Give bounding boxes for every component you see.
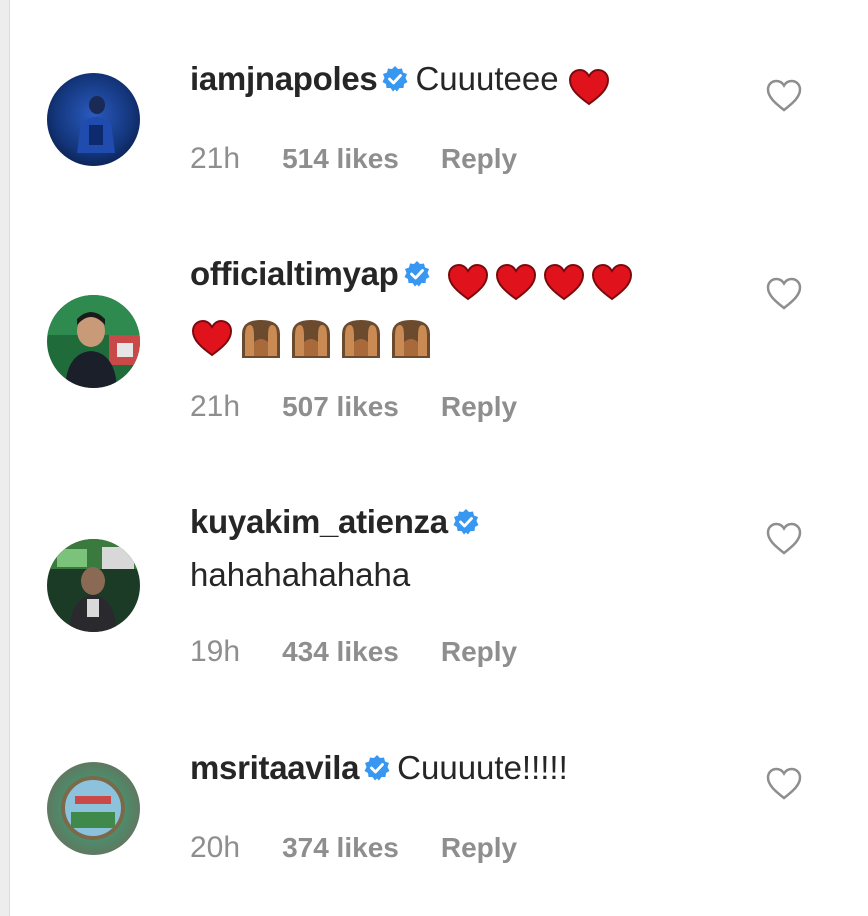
reply-button[interactable]: Reply xyxy=(441,636,517,668)
verified-badge-icon xyxy=(452,500,480,550)
comment-likes[interactable]: 514 likes xyxy=(282,143,399,175)
comment-text: hahahahahaha xyxy=(190,556,411,593)
panel-divider xyxy=(0,0,10,916)
comment-text: Cuuuute!!!!! xyxy=(397,749,568,786)
comment-username[interactable]: kuyakim_atienza xyxy=(190,503,448,540)
emoji-heart-and-raised-hands-icon xyxy=(190,311,438,361)
avatar[interactable] xyxy=(47,295,140,388)
like-heart-icon[interactable] xyxy=(766,767,802,801)
like-heart-icon[interactable] xyxy=(766,522,802,556)
verified-badge-icon xyxy=(403,252,431,302)
like-heart-icon[interactable] xyxy=(766,277,802,311)
reply-button[interactable]: Reply xyxy=(441,143,517,175)
comment-likes[interactable]: 507 likes xyxy=(282,391,399,423)
comments-panel: iamjnapoles Cuuuteee 21h 514 likes Reply xyxy=(0,0,868,916)
avatar[interactable] xyxy=(47,539,140,632)
emoji-heart-icon xyxy=(568,60,614,110)
comment-likes[interactable]: 374 likes xyxy=(282,832,399,864)
verified-badge-icon xyxy=(381,57,409,107)
verified-badge-icon xyxy=(363,746,391,796)
comment-text: Cuuuteee xyxy=(415,60,559,97)
comment-time[interactable]: 21h xyxy=(190,142,240,176)
comment-username[interactable]: msritaavila xyxy=(190,749,359,786)
emoji-hearts-icon xyxy=(446,255,638,305)
comment-username[interactable]: officialtimyap xyxy=(190,255,399,292)
reply-button[interactable]: Reply xyxy=(441,832,517,864)
comment-username[interactable]: iamjnapoles xyxy=(190,60,378,97)
avatar[interactable] xyxy=(47,762,140,855)
like-heart-icon[interactable] xyxy=(766,79,802,113)
comment-likes[interactable]: 434 likes xyxy=(282,636,399,668)
comment-time[interactable]: 19h xyxy=(190,635,240,669)
comment-time[interactable]: 21h xyxy=(190,390,240,424)
avatar[interactable] xyxy=(47,73,140,166)
comment-time[interactable]: 20h xyxy=(190,831,240,865)
reply-button[interactable]: Reply xyxy=(441,391,517,423)
